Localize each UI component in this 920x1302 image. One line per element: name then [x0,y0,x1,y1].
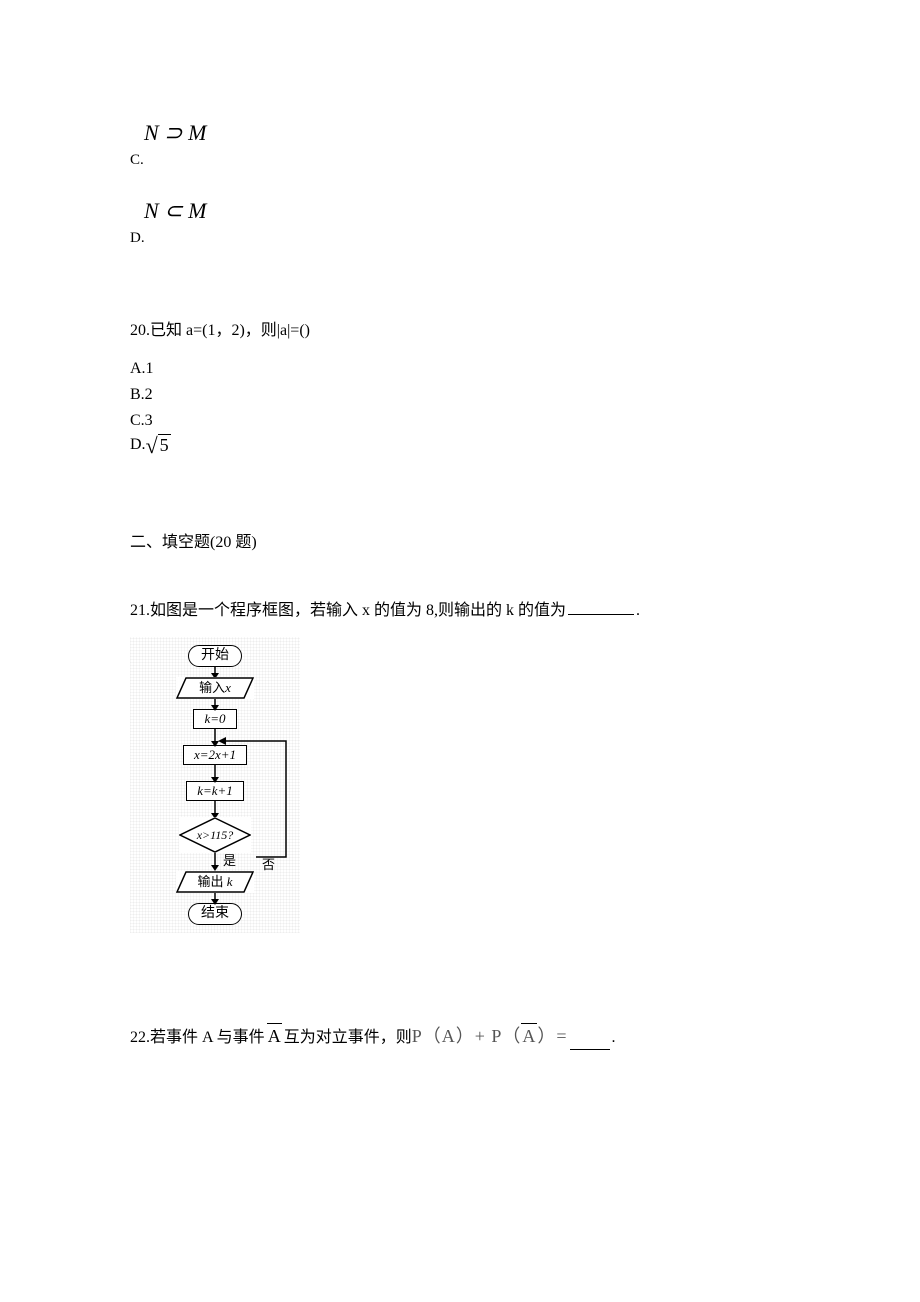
q20-option-d: D. √5 [130,433,790,457]
flowchart: 开始 输入x k=0 x=2x+1 k=k+1 x>115? [130,637,300,933]
document-page: N ⊃ M C. N ⊂ M D. 20.已知 a=(1，2)，则|a|=() … [0,0,920,1110]
flow-input: 输入x [176,677,254,699]
arrow-down-icon [214,893,216,903]
flow-loop: x=2x+1 k=k+1 x>115? 否 [136,729,294,853]
q22-stem: 22.若事件 A 与事件 A 互为对立事件，则 P（A）+ P（A）= . [130,1023,790,1050]
flow-start: 开始 [188,645,242,667]
q22-post: . [612,1026,616,1050]
flow-output-label: 输出 [197,874,223,889]
flow-step2: k=k+1 [186,781,244,801]
q22-math-p2: ）= [537,1026,567,1046]
q22-math-p1: P（A）+ P（ [412,1026,522,1046]
q22-mid: 互为对立事件，则 [284,1026,412,1050]
q19-option-d-letter: D. [130,227,790,250]
flow-step1: x=2x+1 [183,745,247,765]
q21-stem-pre: 21.如图是一个程序框图，若输入 x 的值为 8,则输出的 k 的值为 [130,602,566,619]
arrow-down-icon [214,729,216,745]
q19-option-c-math: N ⊃ M [144,116,790,149]
q19-option-d-math: N ⊂ M [144,194,790,227]
flow-output-var: k [227,874,233,889]
flow-decision: x>115? [179,817,251,853]
q20-d-radicand: 5 [158,434,171,457]
arrow-down-icon [214,667,216,677]
arrow-down-icon [214,699,216,709]
flow-input-label: 输入 [199,680,225,695]
q20-option-d-prefix: D. [130,433,146,457]
section-2-title: 二、填空题(20 题) [130,531,790,555]
fill-blank [570,1035,610,1050]
arrow-down-icon [214,765,216,781]
arrow-down-icon [214,801,216,817]
q19-option-c-letter: C. [130,149,790,172]
flow-input-var: x [225,680,231,695]
q21-stem: 21.如图是一个程序框图，若输入 x 的值为 8,则输出的 k 的值为. [130,599,790,623]
q21-stem-post: . [636,602,640,619]
q20-option-c: C.3 [130,409,790,433]
fill-blank [568,600,634,615]
q22-math: P（A）+ P（A）= [412,1023,568,1050]
q22-a-bar: A [267,1023,282,1050]
flow-yes-label: 是 [223,851,236,871]
q20-option-a: A.1 [130,357,790,381]
sqrt-icon: √5 [146,434,171,457]
q20-option-b: B.2 [130,383,790,407]
flow-output: 输出 k [176,871,254,893]
flow-yes-branch: 是 [136,853,294,871]
q22-pre: 22.若事件 A 与事件 [130,1026,265,1050]
flow-init: k=0 [193,709,236,729]
q22-math-abar: A [521,1023,537,1050]
q20-stem: 20.已知 a=(1，2)，则|a|=() [130,319,790,343]
flow-end: 结束 [188,903,242,925]
